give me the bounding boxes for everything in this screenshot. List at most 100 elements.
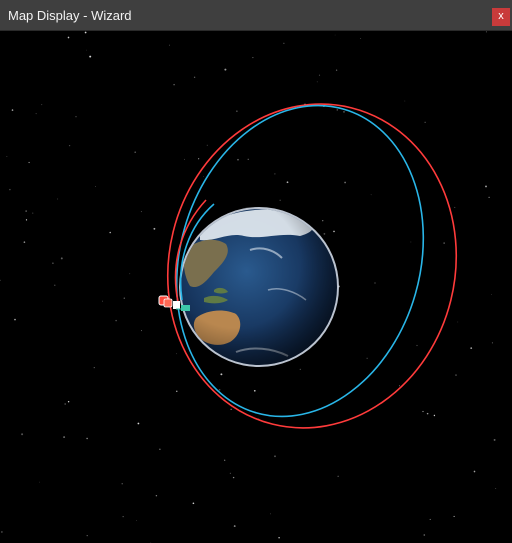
star: [237, 158, 239, 161]
star: [270, 513, 271, 515]
star: [218, 388, 221, 391]
star: [343, 111, 345, 113]
star: [129, 273, 131, 275]
star: [410, 241, 412, 243]
star: [173, 83, 175, 86]
star: [176, 353, 178, 355]
star: [233, 525, 236, 528]
map-viewport[interactable]: [0, 31, 512, 543]
star: [0, 279, 1, 282]
star: [54, 284, 56, 286]
star: [137, 422, 140, 425]
star: [247, 158, 249, 160]
star: [490, 294, 492, 295]
star: [336, 109, 339, 111]
star: [109, 231, 111, 234]
star: [67, 36, 70, 39]
star: [335, 69, 338, 71]
star: [41, 104, 43, 106]
star: [192, 502, 195, 505]
star: [23, 241, 26, 243]
star: [168, 44, 170, 46]
star: [9, 188, 11, 191]
star: [220, 373, 223, 376]
star: [229, 472, 232, 474]
star: [488, 196, 490, 199]
star: [485, 31, 487, 33]
star: [136, 520, 137, 521]
star: [416, 344, 418, 347]
satellite-icon[interactable]: [158, 295, 173, 308]
star: [63, 436, 66, 439]
star: [455, 374, 457, 376]
star: [318, 74, 321, 76]
star: [193, 76, 196, 78]
star: [89, 55, 92, 58]
star: [123, 297, 126, 299]
star: [134, 151, 137, 154]
star: [493, 438, 496, 441]
star: [1, 531, 3, 533]
star: [95, 186, 96, 188]
star: [28, 161, 30, 164]
star: [230, 408, 232, 410]
star: [39, 481, 40, 483]
star: [84, 31, 87, 34]
star: [64, 403, 67, 405]
star: [334, 34, 336, 36]
star: [422, 410, 424, 413]
star: [35, 113, 37, 115]
star: [423, 534, 426, 536]
star: [121, 483, 123, 485]
star: [224, 68, 227, 71]
star: [333, 230, 335, 233]
star: [14, 318, 16, 321]
star: [57, 198, 59, 200]
star: [32, 212, 34, 214]
star: [366, 357, 368, 359]
star: [75, 116, 77, 118]
star: [252, 57, 254, 59]
star: [141, 330, 142, 332]
star: [155, 494, 158, 497]
star: [253, 389, 256, 392]
star: [426, 412, 429, 415]
earth-globe: [179, 207, 339, 367]
star: [337, 475, 339, 477]
star: [454, 206, 456, 208]
star: [184, 158, 185, 160]
star: [404, 100, 406, 102]
star: [60, 257, 63, 260]
star: [101, 300, 104, 302]
star: [86, 534, 88, 537]
star: [286, 181, 289, 184]
star: [322, 220, 324, 222]
star: [443, 242, 445, 244]
star: [203, 176, 204, 177]
star: [274, 173, 276, 175]
star: [485, 185, 487, 188]
star: [279, 199, 281, 201]
star: [323, 233, 326, 235]
star: [25, 219, 28, 221]
star: [316, 81, 318, 83]
star: [491, 342, 493, 344]
star: [140, 211, 142, 213]
star: [495, 487, 497, 489]
star: [299, 368, 301, 371]
star: [398, 385, 400, 387]
star: [232, 476, 235, 479]
star: [68, 144, 71, 147]
star: [360, 38, 362, 39]
close-button[interactable]: x: [492, 8, 510, 26]
title-bar[interactable]: Map Display - Wizard x: [0, 0, 512, 31]
star: [473, 470, 476, 473]
star: [11, 109, 14, 111]
star: [344, 181, 346, 184]
star: [429, 518, 431, 520]
star: [67, 400, 70, 403]
star: [176, 390, 178, 392]
star: [283, 42, 285, 44]
star: [198, 158, 200, 160]
star: [236, 110, 238, 112]
